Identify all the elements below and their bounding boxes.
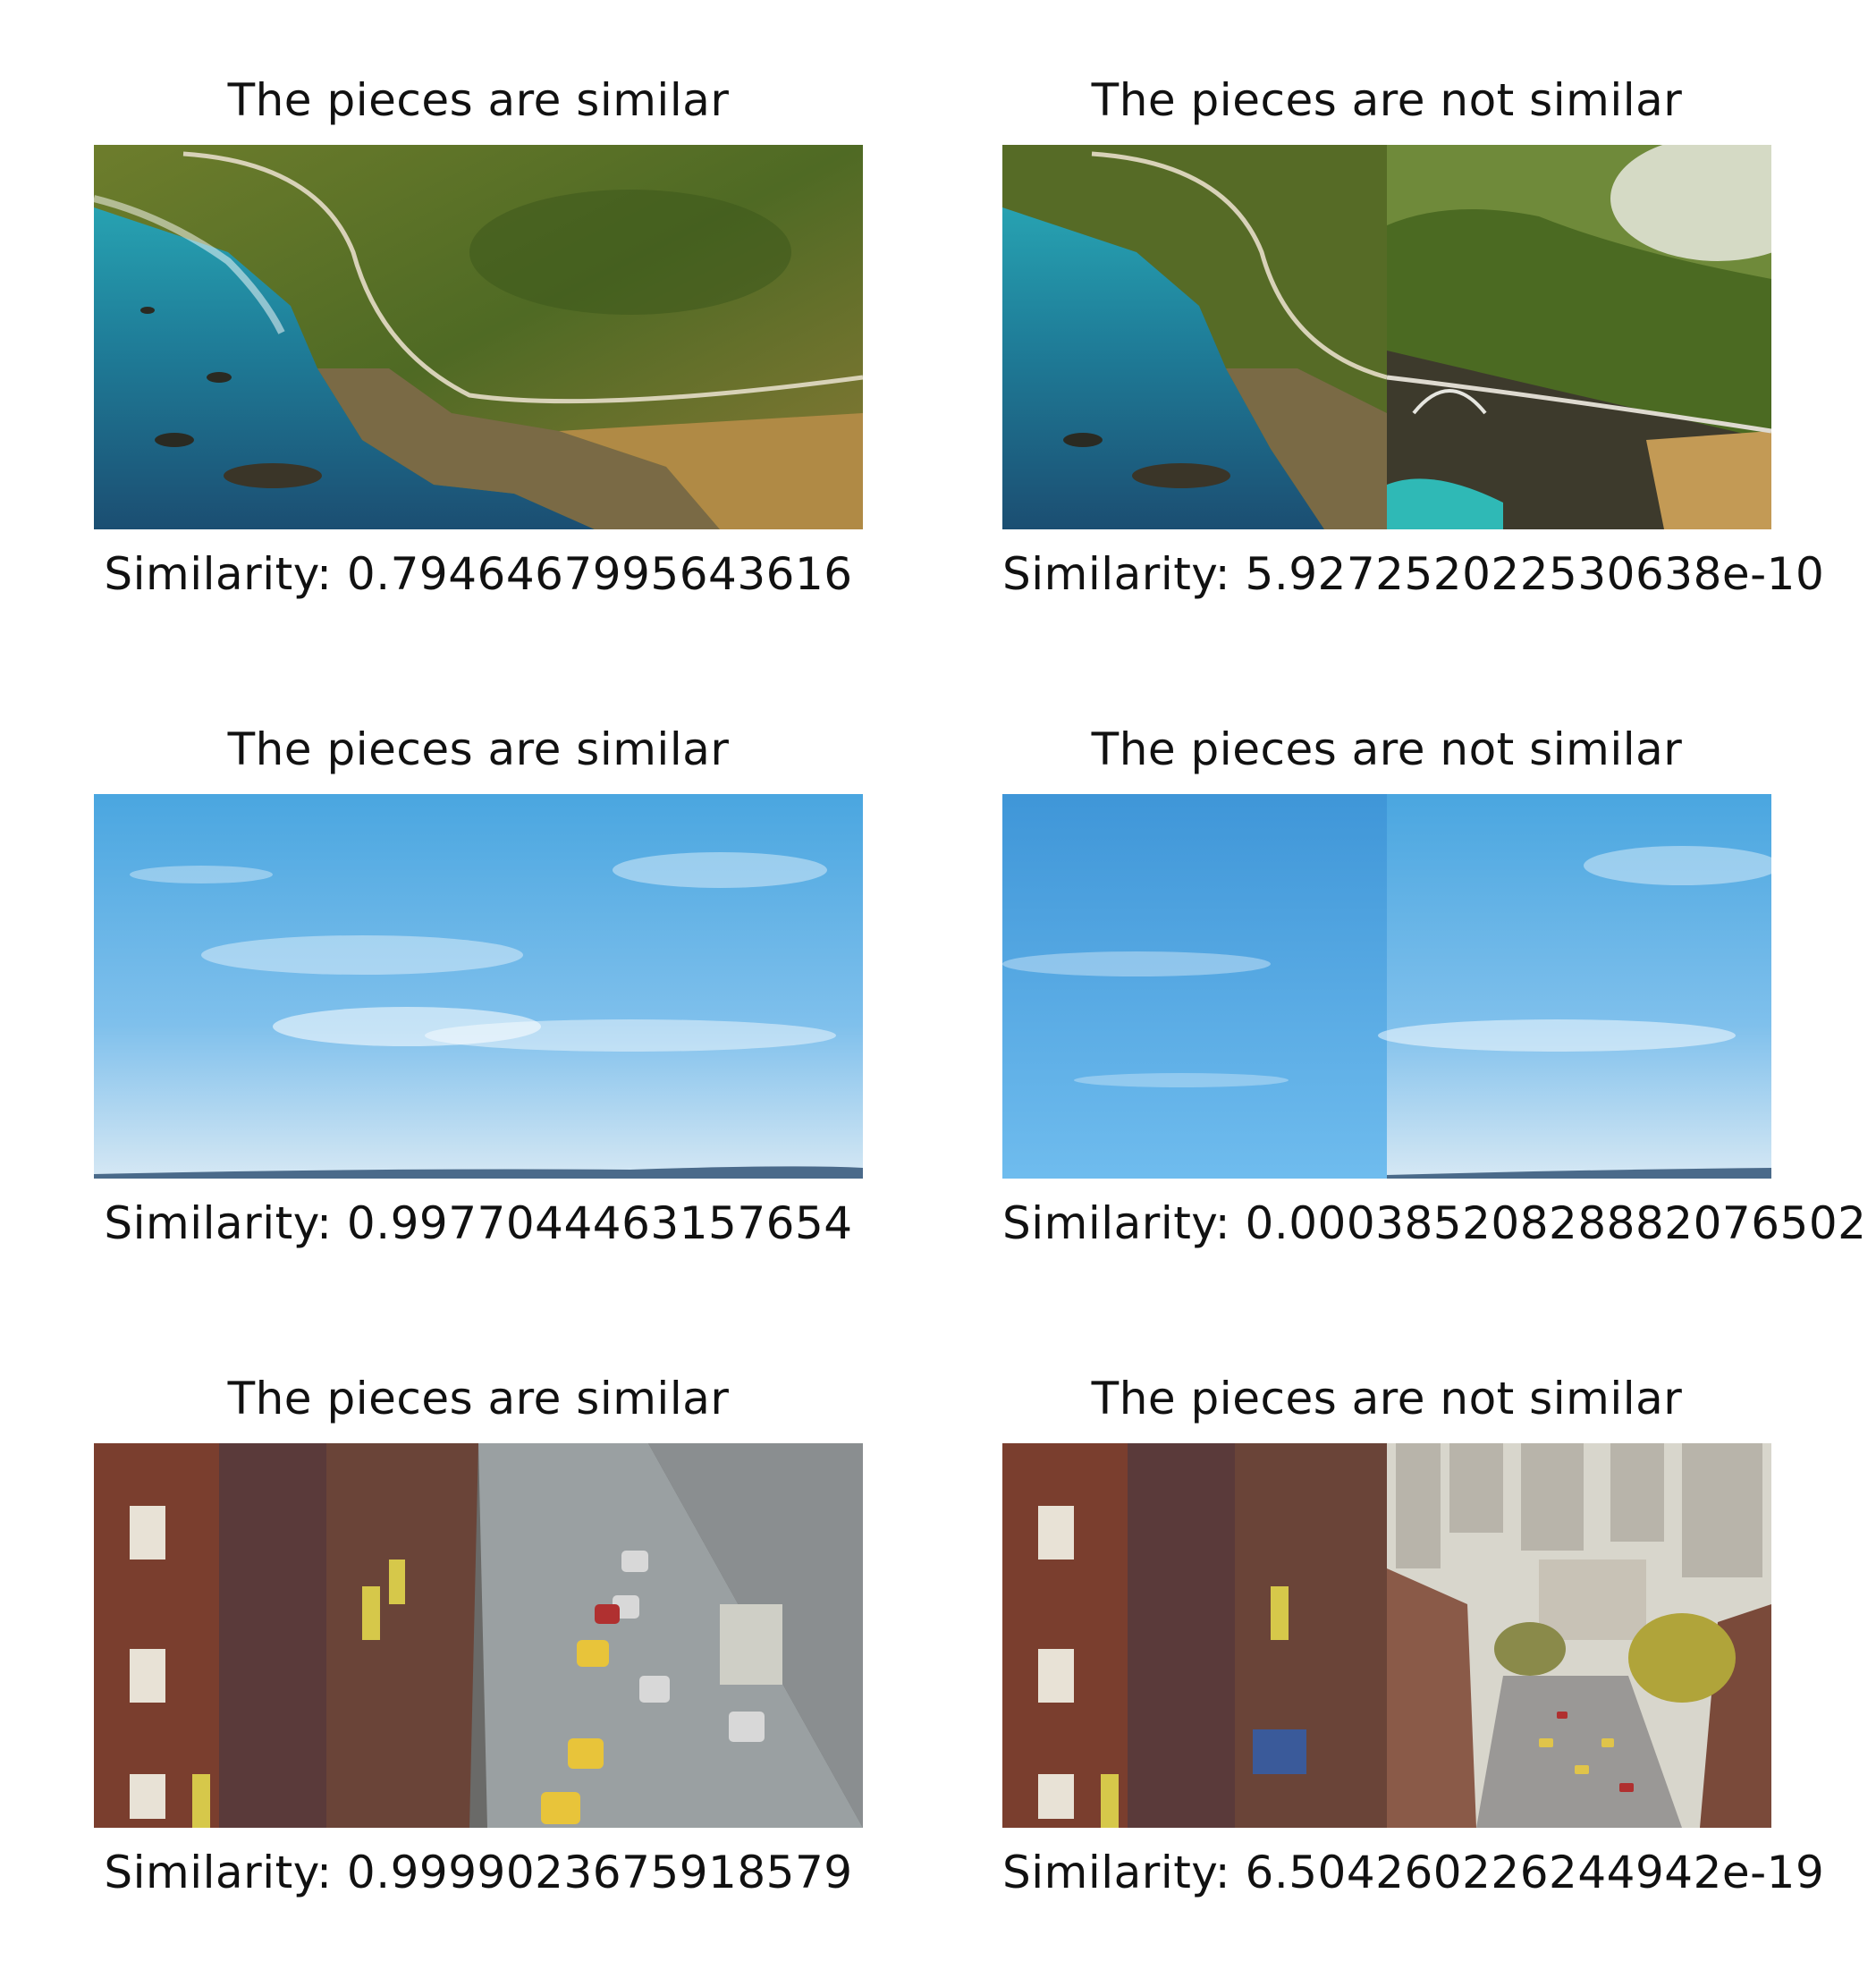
panel-title: The pieces are not similar bbox=[1091, 74, 1683, 126]
panel-title: The pieces are not similar bbox=[1091, 1373, 1683, 1424]
panel-title: The pieces are not similar bbox=[1091, 723, 1683, 775]
panel-title: The pieces are similar bbox=[227, 1373, 730, 1424]
similarity-score: Similarity: 0.9999023675918579 bbox=[104, 1847, 853, 1898]
sky-mismatch-photo bbox=[1002, 794, 1771, 1179]
similarity-score: Similarity: 0.9977044463157654 bbox=[104, 1197, 853, 1249]
coast-mismatch-photo bbox=[1002, 145, 1771, 529]
similarity-score: Similarity: 0.00038520828882076502 bbox=[1002, 1197, 1867, 1249]
panel-title: The pieces are similar bbox=[227, 723, 730, 775]
street-mismatch-photo bbox=[1002, 1443, 1771, 1828]
similarity-score: Similarity: 0.7946467995643616 bbox=[104, 548, 853, 600]
street-photo bbox=[94, 1443, 863, 1828]
panel-title: The pieces are similar bbox=[227, 74, 730, 126]
coast-photo bbox=[94, 145, 863, 529]
similarity-score: Similarity: 6.504260226244942e-19 bbox=[1002, 1847, 1825, 1898]
similarity-score: Similarity: 5.927252022530638e-10 bbox=[1002, 548, 1825, 600]
sky-photo bbox=[94, 794, 863, 1179]
